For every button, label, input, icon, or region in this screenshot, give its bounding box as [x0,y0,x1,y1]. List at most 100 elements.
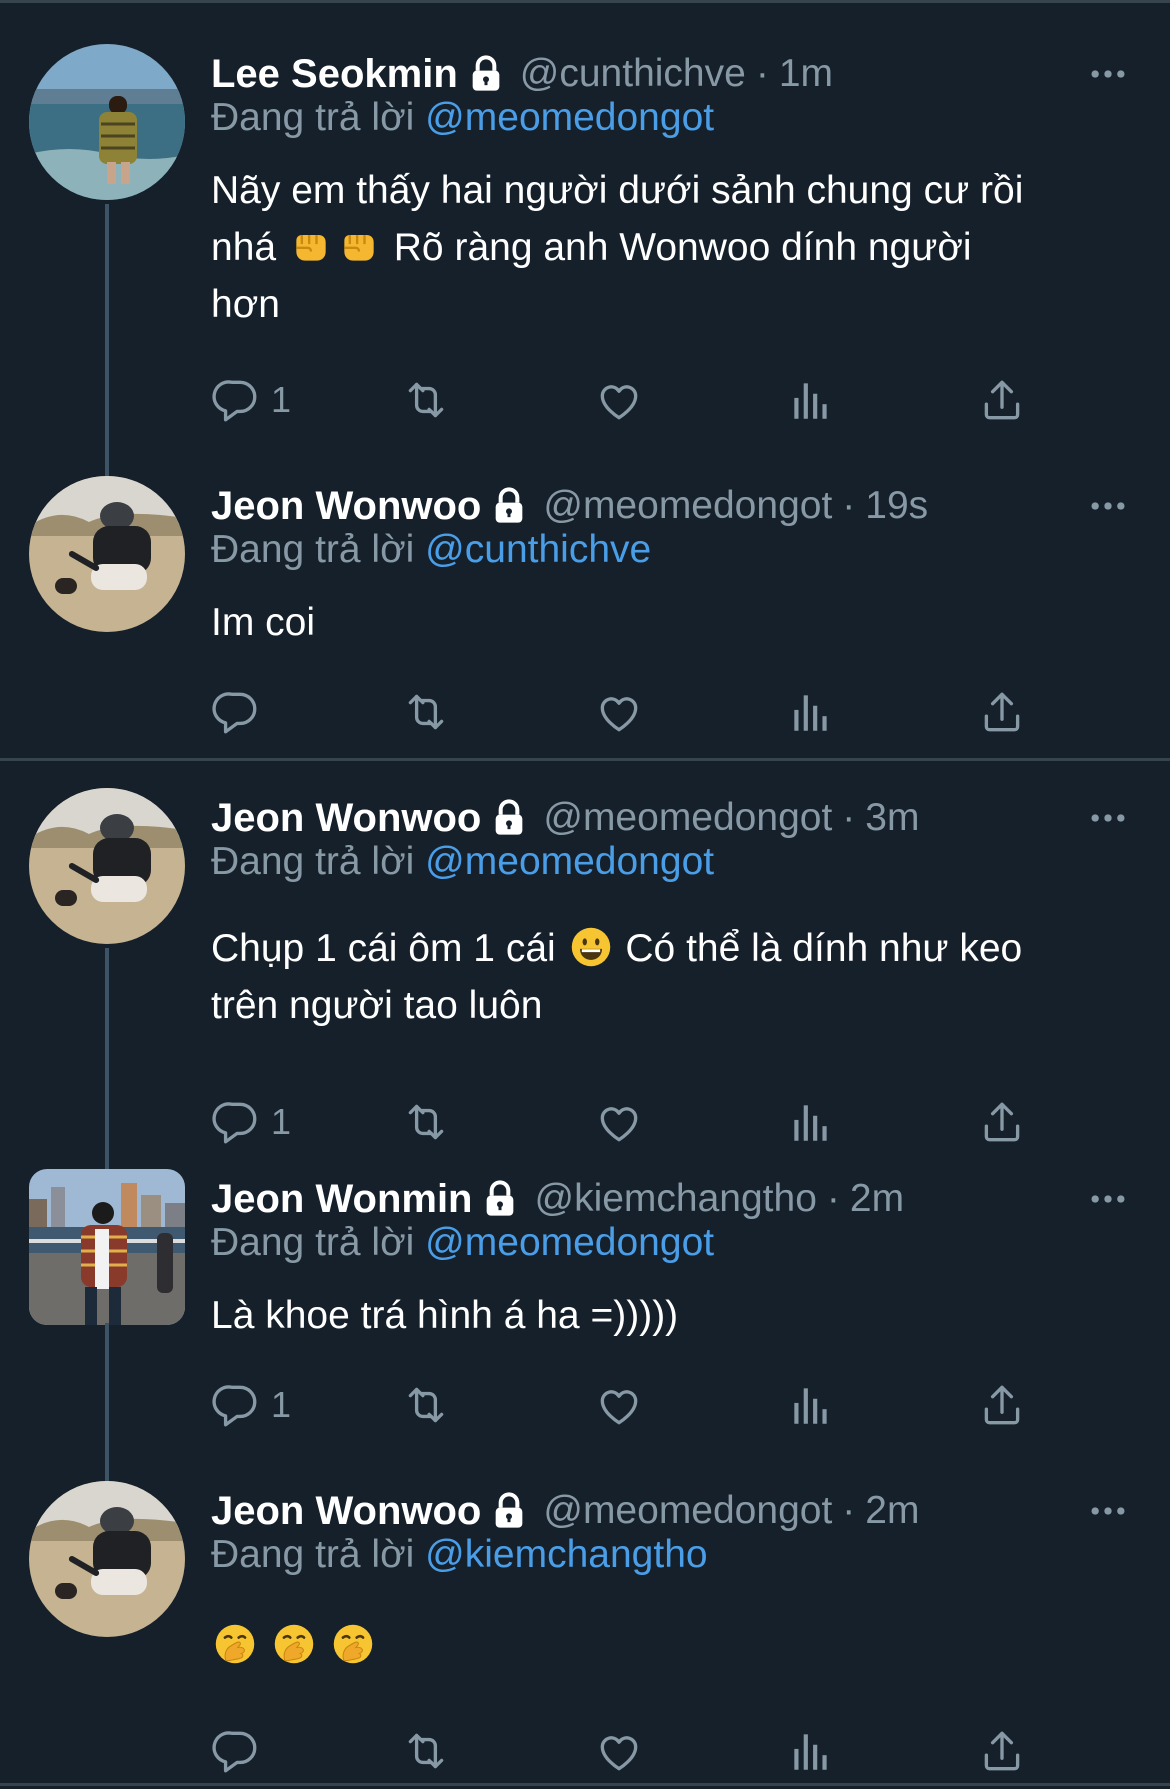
replying-to: Đang trả lời @meomedongot [211,96,714,140]
like-icon [594,687,644,737]
face-with-hand-over-mouth-emoji [272,1622,316,1666]
views-icon [786,1097,836,1147]
display-name[interactable]: Jeon Wonwoo [211,484,481,529]
display-name[interactable]: Jeon Wonmin [211,1177,472,1222]
username[interactable]: @cunthichve [520,52,746,96]
retweet-button[interactable] [401,1092,451,1152]
retweet-icon [401,687,451,737]
replying-prefix: Đang trả lời [211,1533,426,1576]
like-button[interactable] [594,682,644,742]
share-icon [977,1097,1027,1147]
mention-link[interactable]: @meomedongot [425,96,714,139]
tweet-header: Lee Seokmin @cunthichve · 1m [211,44,833,104]
reply-button[interactable]: 1 [211,370,291,430]
display-name[interactable]: Jeon Wonwoo [211,1489,481,1534]
timestamp[interactable]: 2m [865,1489,919,1533]
mention-link[interactable]: @meomedongot [425,840,714,883]
mention-link[interactable]: @meomedongot [425,1221,714,1264]
avatar-crouching-photo [29,476,185,632]
retweet-button[interactable] [401,682,451,742]
views-icon [786,687,836,737]
tweet-text [211,1617,1131,1674]
username[interactable]: @meomedongot [543,796,832,840]
reply-button[interactable] [211,1721,261,1781]
text-segment: Có thể là dính như keo [625,927,1023,970]
text-line [211,1617,1131,1674]
tweet-text: Nãy em thấy hai người dưới sảnh chung cư… [211,162,1131,333]
avatar-crouching-photo [29,788,185,944]
views-button[interactable] [786,1375,836,1435]
replying-prefix: Đang trả lời [211,1221,426,1264]
action-bar [211,1721,1111,1781]
avatar[interactable] [29,44,185,200]
more-icon[interactable] [1086,52,1130,96]
share-icon [977,1380,1027,1430]
reply-icon [211,375,261,425]
more-icon[interactable] [1086,796,1130,840]
avatar[interactable] [29,1481,185,1637]
separator: · [755,52,769,95]
display-name[interactable]: Lee Seokmin [211,52,458,97]
retweet-icon [401,1380,451,1430]
retweet-button[interactable] [401,370,451,430]
action-bar: 1 [211,1092,1111,1152]
share-button[interactable] [977,1721,1027,1781]
like-button[interactable] [594,1375,644,1435]
username[interactable]: @meomedongot [543,1489,832,1533]
action-bar [211,682,1111,742]
timestamp[interactable]: 19s [865,484,928,528]
reply-button[interactable]: 1 [211,1375,291,1435]
face-with-hand-over-mouth-emoji [331,1622,375,1666]
action-bar: 1 [211,1375,1111,1435]
share-button[interactable] [977,370,1027,430]
text-line: nhá Rõ ràng anh Wonwoo dính người [211,219,1131,276]
like-button[interactable] [594,1721,644,1781]
avatar[interactable] [29,1169,185,1325]
views-button[interactable] [786,1092,836,1152]
tweet-header: Jeon Wonwoo @meomedongot · 19s [211,476,928,536]
views-button[interactable] [786,1721,836,1781]
views-icon [786,1380,836,1430]
text-line: Là khoe trá hình á ha =))))) [211,1294,679,1337]
avatar-beach-photo [29,44,185,200]
separator: · [842,484,856,527]
more-icon[interactable] [1086,484,1130,528]
views-button[interactable] [786,370,836,430]
grinning-face-emoji [569,925,613,969]
share-button[interactable] [977,1092,1027,1152]
replying-prefix: Đang trả lời [211,840,426,883]
text-line: trên người tao luôn [211,984,543,1027]
views-button[interactable] [786,682,836,742]
reply-icon [211,687,261,737]
mention-link[interactable]: @kiemchangtho [425,1533,707,1576]
more-icon[interactable] [1086,1177,1130,1221]
mention-link[interactable]: @cunthichve [425,528,651,571]
timestamp[interactable]: 3m [865,796,919,840]
reply-button[interactable] [211,682,261,742]
username[interactable]: @meomedongot [543,484,832,528]
share-button[interactable] [977,1375,1027,1435]
retweet-button[interactable] [401,1375,451,1435]
like-icon [594,1380,644,1430]
oncoming-fist-emoji [289,224,333,268]
timestamp[interactable]: 2m [850,1177,904,1221]
display-name[interactable]: Jeon Wonwoo [211,796,481,841]
retweet-icon [401,375,451,425]
reply-button[interactable]: 1 [211,1092,291,1152]
like-button[interactable] [594,1092,644,1152]
like-button[interactable] [594,370,644,430]
share-button[interactable] [977,682,1027,742]
retweet-button[interactable] [401,1721,451,1781]
username[interactable]: @kiemchangtho [534,1177,816,1221]
avatar[interactable] [29,476,185,632]
avatar-crouching-photo [29,1481,185,1637]
reply-icon [211,1380,261,1430]
avatar[interactable] [29,788,185,944]
timestamp[interactable]: 1m [779,52,833,96]
more-icon[interactable] [1086,1489,1130,1533]
text-line: Im coi [211,601,316,644]
reply-icon [211,1097,261,1147]
like-icon [594,1726,644,1776]
text-line: hơn [211,283,280,326]
lock-icon [489,1491,529,1531]
